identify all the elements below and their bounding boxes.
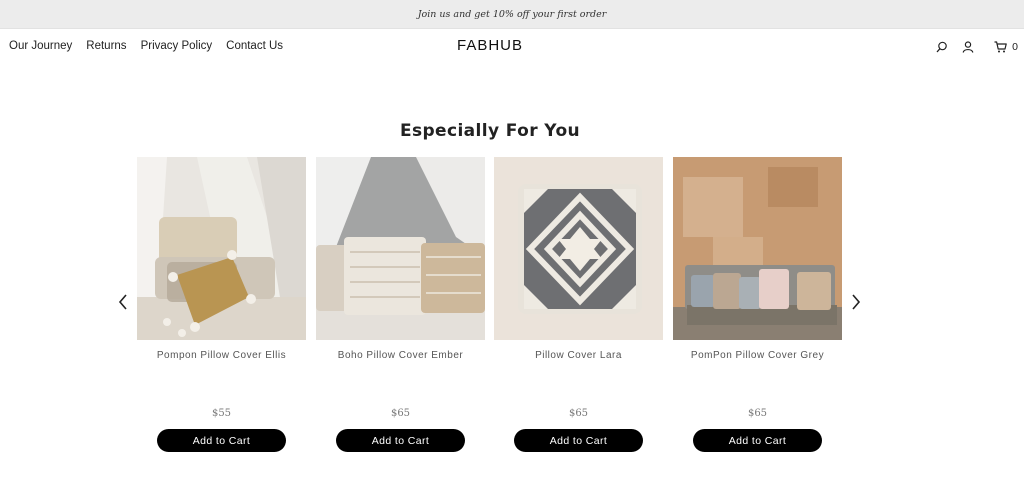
chevron-right-icon bbox=[852, 294, 861, 310]
add-to-cart-button[interactable]: Add to Cart bbox=[336, 429, 465, 452]
carousel-prev-button[interactable] bbox=[116, 292, 130, 312]
product-card: PomPon Pillow Cover Grey $65 Add to Cart bbox=[673, 157, 842, 452]
announcement-bar: Join us and get 10% off your first order bbox=[0, 0, 1024, 29]
product-image-lara[interactable] bbox=[494, 157, 663, 340]
header-icons: 0 bbox=[934, 39, 1018, 55]
product-card: Pompon Pillow Cover Ellis $55 Add to Car… bbox=[137, 157, 306, 452]
product-image-boho-ember[interactable] bbox=[316, 157, 485, 340]
product-card: Pillow Cover Lara $65 Add to Cart bbox=[494, 157, 663, 452]
product-price: $65 bbox=[390, 408, 411, 419]
product-name[interactable]: Pillow Cover Lara bbox=[474, 350, 683, 361]
product-price: $65 bbox=[568, 408, 589, 419]
announcement-text: Join us and get 10% off your first order bbox=[417, 8, 607, 20]
product-name[interactable]: PomPon Pillow Cover Grey bbox=[653, 350, 862, 361]
product-name[interactable]: Pompon Pillow Cover Ellis bbox=[117, 350, 326, 361]
site-header: Our Journey Returns Privacy Policy Conta… bbox=[0, 29, 1024, 65]
carousel-next-button[interactable] bbox=[849, 292, 863, 312]
add-to-cart-button[interactable]: Add to Cart bbox=[514, 429, 643, 452]
cart-icon[interactable] bbox=[992, 39, 1008, 55]
add-to-cart-button[interactable]: Add to Cart bbox=[157, 429, 286, 452]
brand-logo[interactable]: FABHUB bbox=[0, 37, 980, 54]
search-icon[interactable] bbox=[934, 39, 950, 55]
section-title: Especially For You bbox=[399, 121, 581, 141]
product-price: $65 bbox=[747, 408, 768, 419]
product-card: Boho Pillow Cover Ember $65 Add to Cart bbox=[316, 157, 485, 452]
cart-count[interactable]: 0 bbox=[1012, 41, 1018, 53]
account-icon[interactable] bbox=[960, 39, 976, 55]
add-to-cart-button[interactable]: Add to Cart bbox=[693, 429, 822, 452]
chevron-left-icon bbox=[118, 294, 127, 310]
product-price: $55 bbox=[211, 408, 232, 419]
product-image-pompon-ellis[interactable] bbox=[137, 157, 306, 340]
product-image-pompon-grey[interactable] bbox=[673, 157, 842, 340]
